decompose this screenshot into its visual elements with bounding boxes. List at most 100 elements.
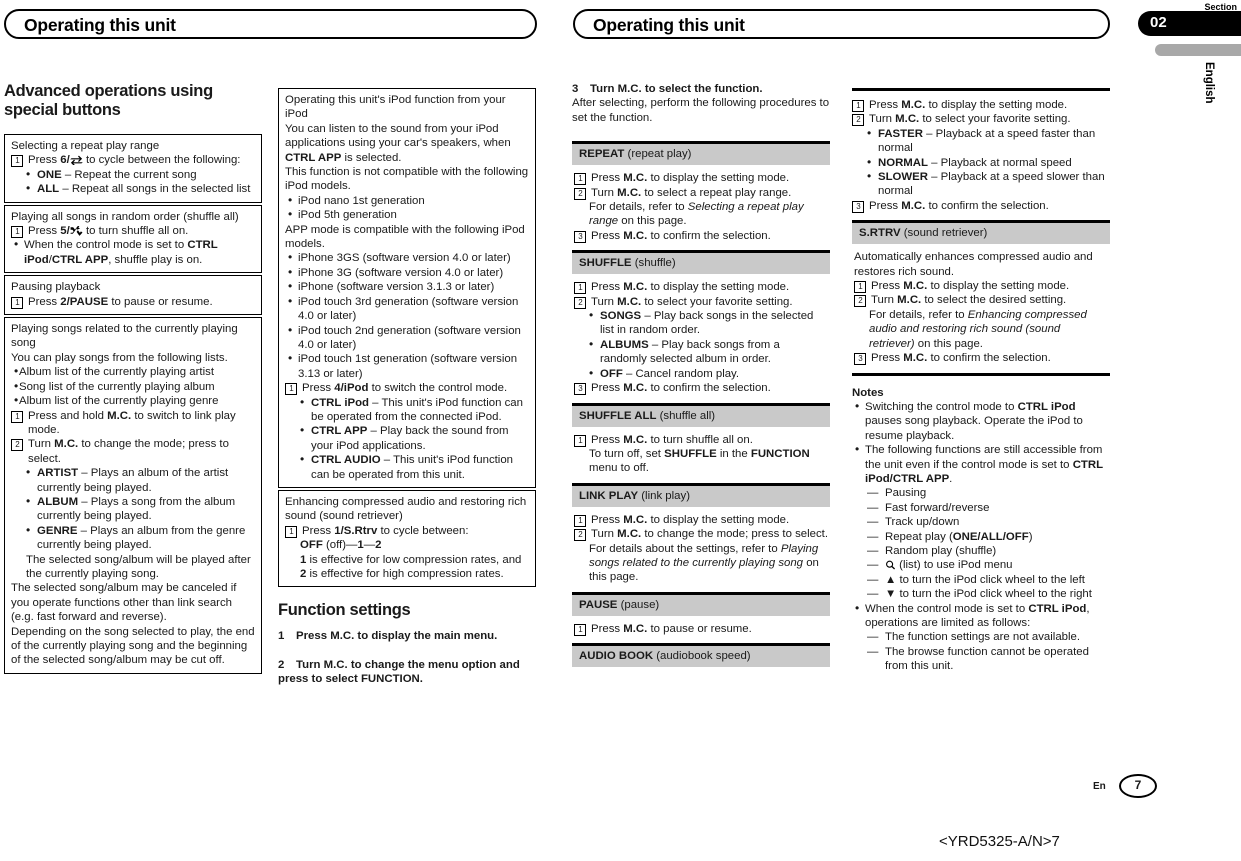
step-number: 1 <box>574 434 586 447</box>
step-text: Press and hold M.C. to switch to link pl… <box>28 409 236 436</box>
box-intro: You can play songs from the following li… <box>11 351 228 364</box>
list-item: iPod touch 2nd generation (software vers… <box>285 323 529 353</box>
list-item: Album list of the currently playing genr… <box>11 393 255 408</box>
step-number: 1 <box>574 282 586 295</box>
step-item: 1 Press M.C. to display the setting mode. <box>574 280 828 295</box>
step-text: Turn M.C. to change the mode; press to s… <box>591 528 829 541</box>
box-title: Selecting a repeat play range <box>11 140 160 152</box>
list-item: When the control mode is set to CTRL iPo… <box>11 237 255 267</box>
box-para-3: APP mode is compatible with the followin… <box>285 223 525 251</box>
step-number: 1 <box>574 173 586 186</box>
list-item: iPhone 3GS (software version 4.0 or late… <box>285 250 529 265</box>
column-two: Operating this unit's iPod function from… <box>278 88 536 687</box>
step-item: 1 Press M.C. to display the setting mode. <box>854 279 1108 294</box>
shuffle-note-list: When the control mode is set to CTRL iPo… <box>11 237 255 267</box>
list-item: OFF – Cancel random play. <box>574 366 828 381</box>
step-text: Press M.C. to confirm the selection. <box>871 352 1051 365</box>
step-text: Turn M.C. to select your favorite settin… <box>869 113 1071 126</box>
notes-heading: Notes <box>852 386 884 399</box>
step-item: 2 Turn M.C. to select the desired setting… <box>854 293 1108 308</box>
step-text: Turn M.C. to select a repeat play range. <box>591 186 792 199</box>
box-repeat-play-range: Selecting a repeat play range 1 Press 6/… <box>4 134 262 203</box>
step-number: 1 <box>852 100 864 112</box>
step-item: 1 Press M.C. to display the setting mode. <box>852 98 1110 112</box>
step-text: Turn M.C. to select the desired setting. <box>871 294 1067 307</box>
step-text: Press 6/ to cycle between the following: <box>28 154 241 167</box>
link-para-1: The selected song/album may be canceled … <box>11 582 237 624</box>
step-text: Press M.C. to display the setting mode. <box>591 281 790 294</box>
function-header-shuffle: SHUFFLE (shuffle) <box>572 250 830 275</box>
function-body-s-rtrv: Automatically enhances compressed audio … <box>852 244 1110 376</box>
step-text: Press M.C. to display the setting mode. <box>869 99 1068 111</box>
function-header-link-play: LINK PLAY (link play) <box>572 482 830 507</box>
step-item: 2 Turn M.C. to change the mode; press to… <box>11 437 255 466</box>
step-item: 1 Press 4/iPod to switch the control mod… <box>285 381 529 396</box>
list-item: The browse function cannot be operated f… <box>865 645 1110 674</box>
retriever-note: 1 is effective for low compression rates… <box>300 553 522 580</box>
list-item: The following functions are still access… <box>852 442 1110 602</box>
list-item: iPhone 3G (software version 4.0 or later… <box>285 265 529 280</box>
step-number: 1 <box>11 226 23 239</box>
repeat-options-list: ONE – Repeat the current song ALL – Repe… <box>11 167 255 197</box>
function-header-s-rtrv: S.RTRV (sound retriever) <box>852 220 1110 245</box>
step-text: Press M.C. to turn shuffle all on. <box>591 433 753 446</box>
col1-heading: Advanced operations using special button… <box>4 82 213 119</box>
list-item: ONE – Repeat the current song <box>11 167 255 182</box>
list-item: (list) to use iPod menu <box>865 558 1110 573</box>
detail-reference: For details about the settings, refer to… <box>589 542 819 584</box>
step-number: 2 <box>574 529 586 542</box>
list-item: iPod nano 1st generation <box>285 193 529 208</box>
function-step-1: 1 Press M.C. to display the main menu. <box>278 630 498 643</box>
search-list-icon <box>886 561 896 570</box>
step-text: Press 2/PAUSE to pause or resume. <box>28 295 213 308</box>
box-title: Operating this unit's iPod function from… <box>285 94 506 121</box>
document-id: <YRD5325-A/N>7 <box>939 833 1060 850</box>
box-shuffle-all: Playing all songs in random order (shuff… <box>4 204 262 274</box>
step-number: 2 <box>852 114 864 127</box>
list-item: SONGS – Play back songs in the selected … <box>574 308 828 338</box>
step-number: 3 <box>574 383 586 396</box>
language-pill <box>1155 44 1241 56</box>
step-item: 1 Press 1/S.Rtrv to cycle between: <box>285 524 529 538</box>
list-item: FASTER – Playback at a speed faster than… <box>852 126 1110 156</box>
box-link-play: Playing songs related to the currently p… <box>4 317 262 674</box>
box-ipod-app-function: Operating this unit's iPod function from… <box>278 88 536 488</box>
step-item: 2 Turn M.C. to change the mode; press to … <box>574 527 829 542</box>
notes-list: Switching the control mode to CTRL iPod … <box>852 399 1110 674</box>
page-number: 7 <box>1134 778 1142 792</box>
banner-right-title: Operating this unit <box>593 15 745 35</box>
step-number: 2 <box>854 295 866 308</box>
step-item: 1 Press M.C. to turn shuffle all on. <box>574 433 828 447</box>
page-banner-left: Operating this unit <box>4 9 537 39</box>
step-text: Press M.C. to display the setting mode. <box>871 280 1070 293</box>
step-text: Press 4/iPod to switch the control mode. <box>302 382 508 395</box>
step-number: 1 <box>285 383 297 396</box>
step-text: Turn M.C. to select your favorite settin… <box>591 295 793 308</box>
list-item: ARTIST – Plays an album of the artist cu… <box>11 465 255 495</box>
step-item: 1 Press 6/ to cycle between the followin… <box>11 153 255 168</box>
banner-left-title: Operating this unit <box>24 15 176 35</box>
list-item: Song list of the currently playing album <box>11 379 255 394</box>
step-number: 1 <box>11 410 23 423</box>
step-text: Press 1/S.Rtrv to cycle between: <box>302 524 469 537</box>
function-step-3: 3 Turn M.C. to select the function. <box>572 83 763 95</box>
function-step-3-body: After selecting, perform the following p… <box>572 97 830 124</box>
list-item: Pausing <box>865 486 1110 501</box>
step-item: 2 Turn M.C. to select your favorite setti… <box>574 295 828 309</box>
step-number: 1 <box>11 155 23 168</box>
function-header-audio-book: AUDIO BOOK (audiobook speed) <box>572 643 830 668</box>
detail-reference: For details, refer to Selecting a repeat… <box>589 201 804 228</box>
list-item: NORMAL – Playback at normal speed <box>852 155 1110 170</box>
box-title: Playing all songs in random order (shuff… <box>11 210 239 223</box>
compatible-models-list: iPhone 3GS (software version 4.0 or late… <box>285 250 529 381</box>
step-number: 3 <box>574 230 586 243</box>
step-number: 1 <box>11 296 23 309</box>
link-para-2: Depending on the song selected to play, … <box>11 625 255 667</box>
list-item: ▼ to turn the iPod click wheel to the ri… <box>865 587 1110 602</box>
column-four: 1 Press M.C. to display the setting mode.… <box>852 88 1110 674</box>
step-number: 1 <box>574 514 586 527</box>
box-pausing-playback: Pausing playback 1 Press 2/PAUSE to paus… <box>4 275 262 316</box>
triangle-down-icon: ▼ <box>885 588 897 601</box>
list-item: When the control mode is set to CTRL iPo… <box>852 601 1110 674</box>
function-body-link-play: 1 Press M.C. to display the setting mode.… <box>572 507 830 592</box>
